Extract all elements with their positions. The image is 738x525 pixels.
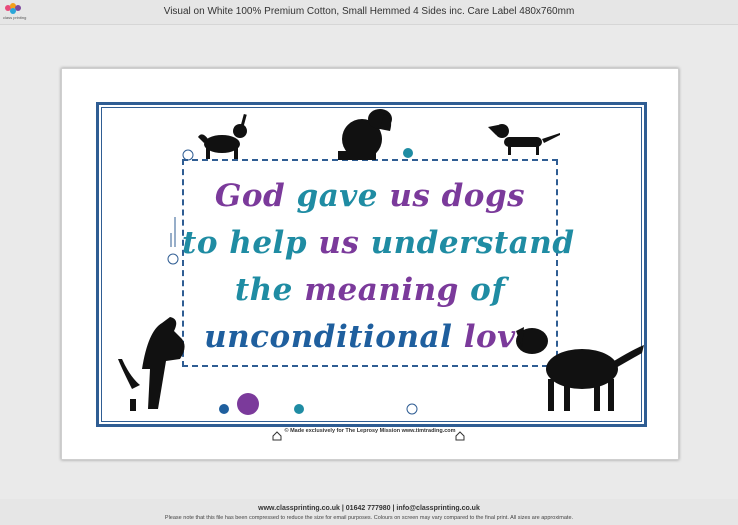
contact-info: www.classprinting.co.uk | 01642 777980 |… xyxy=(258,505,480,512)
artwork-credit: © Made exclusively for The Leprosy Missi… xyxy=(284,428,456,434)
ball-icon xyxy=(182,149,194,161)
page-title: Visual on White 100% Premium Cotton, Sma… xyxy=(163,6,575,17)
ball-icon xyxy=(219,404,229,414)
ball-icon xyxy=(237,393,259,415)
artwork-canvas: God gave us dogs to help us understand t… xyxy=(61,68,679,460)
ball-icon xyxy=(403,148,413,158)
disclaimer-text: Please note that this file has been comp… xyxy=(164,515,574,521)
dog-silhouette-top-left xyxy=(198,113,247,159)
dog-silhouette-top-center xyxy=(338,109,392,160)
ball-icon xyxy=(406,403,418,415)
top-bar: class printing Visual on White 100% Prem… xyxy=(0,0,738,25)
dog-silhouette-top-right xyxy=(488,124,560,155)
bottom-bar: www.classprinting.co.uk | 01642 777980 |… xyxy=(0,499,738,525)
ball-icon xyxy=(294,404,304,414)
illustrations xyxy=(118,109,644,441)
motion-lines xyxy=(170,217,176,247)
dog-silhouette-right xyxy=(516,327,644,411)
dog-silhouette-left xyxy=(118,317,185,411)
ball-icon xyxy=(167,253,179,265)
